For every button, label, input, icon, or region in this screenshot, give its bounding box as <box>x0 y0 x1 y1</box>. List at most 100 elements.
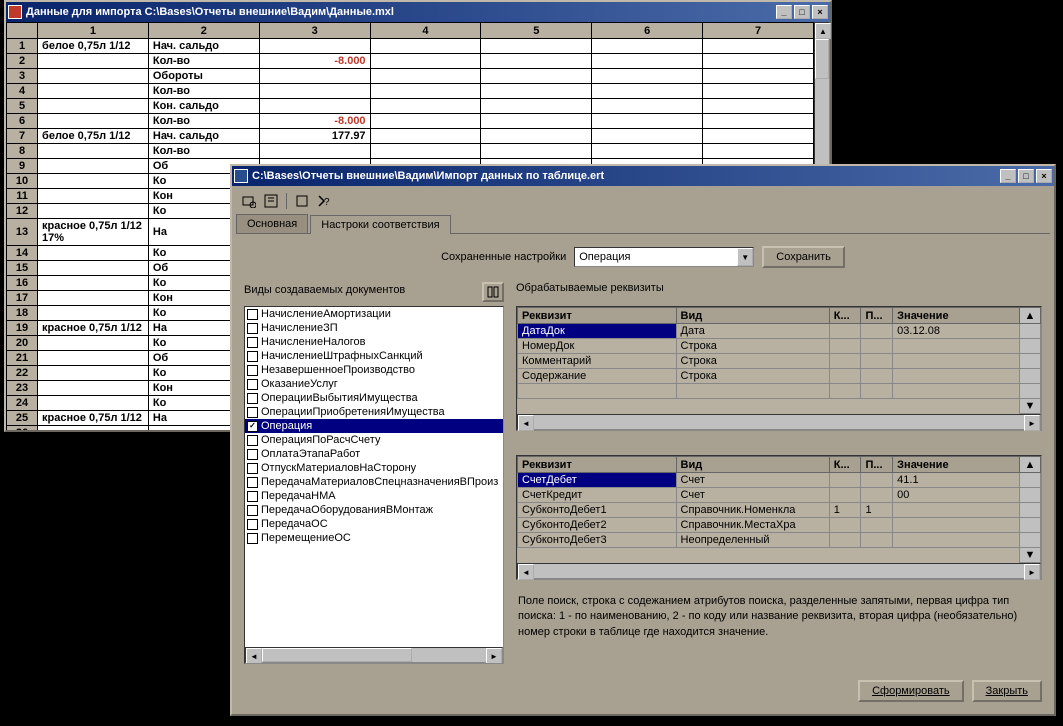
row-header[interactable]: 16 <box>7 276 38 291</box>
cell[interactable] <box>370 114 481 129</box>
close-button[interactable]: × <box>1036 169 1052 183</box>
cell[interactable] <box>481 54 592 69</box>
scroll-left-button[interactable]: ◄ <box>518 415 534 431</box>
cell[interactable] <box>259 99 370 114</box>
titlebar-1[interactable]: Данные для импорта C:\Bases\Отчеты внешн… <box>6 2 830 22</box>
cell[interactable]: Нач. сальдо <box>148 39 259 54</box>
checkbox[interactable] <box>247 449 258 460</box>
row-header[interactable]: 11 <box>7 189 38 204</box>
row-header[interactable]: 6 <box>7 114 38 129</box>
cell[interactable]: -8.000 <box>259 54 370 69</box>
row-header[interactable]: 12 <box>7 204 38 219</box>
cell[interactable] <box>592 144 703 159</box>
tool-icon-3[interactable] <box>293 192 311 210</box>
cell[interactable]: Нач. сальдо <box>148 129 259 144</box>
checkbox[interactable] <box>247 407 258 418</box>
row-header[interactable]: 26 <box>7 426 38 431</box>
cell[interactable] <box>592 99 703 114</box>
checkbox[interactable] <box>247 477 258 488</box>
cell[interactable] <box>38 276 149 291</box>
cell[interactable] <box>703 144 814 159</box>
row-header[interactable]: 20 <box>7 336 38 351</box>
list-item[interactable]: НачислениеЗП <box>245 321 503 335</box>
save-button[interactable]: Сохранить <box>762 246 845 268</box>
row-header[interactable]: 7 <box>7 129 38 144</box>
checkbox[interactable] <box>247 491 258 502</box>
table-row[interactable] <box>518 384 1041 399</box>
list-item[interactable]: ОплатаЭтапаРабот <box>245 447 503 461</box>
checkbox[interactable] <box>247 393 258 404</box>
row-header[interactable]: 13 <box>7 219 38 246</box>
cell[interactable] <box>703 69 814 84</box>
form-button[interactable]: Сформировать <box>858 680 964 702</box>
list-item[interactable]: НачислениеШтрафныхСанкций <box>245 349 503 363</box>
list-item[interactable]: ПеремещениеОС <box>245 531 503 545</box>
cell[interactable] <box>370 54 481 69</box>
list-item[interactable]: ОперацияПоРасчСчету <box>245 433 503 447</box>
cell[interactable] <box>703 39 814 54</box>
cell[interactable]: -8.000 <box>259 114 370 129</box>
scroll-up-button[interactable]: ▲ <box>815 23 831 39</box>
scroll-thumb[interactable] <box>815 39 829 79</box>
cell[interactable] <box>592 69 703 84</box>
scroll-up-button[interactable]: ▲ <box>1019 308 1040 324</box>
cell[interactable]: Обороты <box>148 69 259 84</box>
cell[interactable] <box>703 129 814 144</box>
row-header[interactable]: 19 <box>7 321 38 336</box>
scroll-down-button[interactable]: ▼ <box>1019 399 1040 414</box>
list-item[interactable]: ПередачаНМА <box>245 489 503 503</box>
tool-icon-1[interactable] <box>240 192 258 210</box>
cell[interactable] <box>38 114 149 129</box>
cell[interactable]: красное 0,75л 1/12 17% <box>38 219 149 246</box>
scroll-left-button[interactable]: ◄ <box>518 564 534 580</box>
cell[interactable] <box>703 99 814 114</box>
titlebar-2[interactable]: C:\Bases\Отчеты внешние\Вадим\Импорт дан… <box>232 166 1054 186</box>
row-header[interactable]: 8 <box>7 144 38 159</box>
cell[interactable]: Кон. сальдо <box>148 99 259 114</box>
row-header[interactable]: 24 <box>7 396 38 411</box>
list-item[interactable]: ПередачаОС <box>245 517 503 531</box>
checkbox[interactable] <box>247 505 258 516</box>
table-row[interactable]: СубконтоДебет2Справочник.МестаХра <box>518 518 1041 533</box>
cell[interactable] <box>481 39 592 54</box>
cell[interactable] <box>370 69 481 84</box>
tab-settings[interactable]: Настроки соответствия <box>310 215 450 234</box>
cell[interactable] <box>38 204 149 219</box>
cell[interactable] <box>481 99 592 114</box>
row-header[interactable]: 17 <box>7 291 38 306</box>
list-item[interactable]: НачислениеАмортизации <box>245 307 503 321</box>
row-header[interactable]: 10 <box>7 174 38 189</box>
cell[interactable] <box>38 336 149 351</box>
table-row[interactable]: СубконтоДебет3Неопределенный <box>518 533 1041 548</box>
cell[interactable] <box>38 159 149 174</box>
checkbox[interactable] <box>247 519 258 530</box>
cell[interactable]: Кол-во <box>148 114 259 129</box>
cell[interactable] <box>259 69 370 84</box>
checkbox[interactable] <box>247 309 258 320</box>
row-header[interactable]: 15 <box>7 261 38 276</box>
cell[interactable] <box>703 84 814 99</box>
cell[interactable] <box>38 84 149 99</box>
toggle-columns-button[interactable] <box>482 282 504 302</box>
cell[interactable] <box>259 84 370 99</box>
cell[interactable] <box>703 114 814 129</box>
settings-combo[interactable]: ▼ <box>574 247 754 267</box>
table-row[interactable]: ДатаДокДата03.12.08 <box>518 324 1041 339</box>
checkbox[interactable] <box>247 379 258 390</box>
list-item[interactable]: НезавершенноеПроизводство <box>245 363 503 377</box>
checkbox[interactable] <box>247 351 258 362</box>
list-item[interactable]: ПередачаОборудованияВМонтаж <box>245 503 503 517</box>
doc-types-list[interactable]: НачислениеАмортизацииНачислениеЗП Начисле… <box>244 306 504 664</box>
table-row[interactable]: СчетДебетСчет41.1 <box>518 473 1041 488</box>
requisites-grid-1[interactable]: РеквизитВидК...П...Значение▲ДатаДокДата0… <box>516 306 1042 431</box>
tab-main[interactable]: Основная <box>236 214 308 233</box>
scroll-right-button[interactable]: ► <box>1024 415 1040 431</box>
checkbox[interactable] <box>247 365 258 376</box>
cell[interactable]: Кол-во <box>148 84 259 99</box>
table-row[interactable]: КомментарийСтрока <box>518 354 1041 369</box>
cell[interactable] <box>592 39 703 54</box>
checkbox[interactable] <box>247 463 258 474</box>
list-item[interactable]: ПередачаМатериаловСпецназначенияВПроиз <box>245 475 503 489</box>
cell[interactable]: Кол-во <box>148 54 259 69</box>
table-row[interactable]: СчетКредитСчет00 <box>518 488 1041 503</box>
